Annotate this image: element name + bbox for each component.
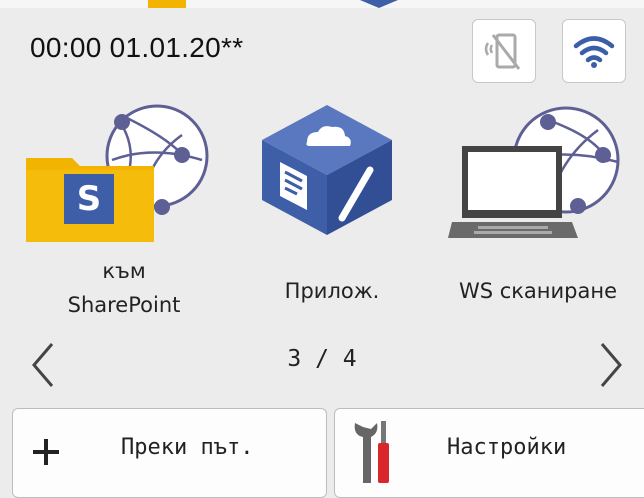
wifi-status-button[interactable] <box>562 19 626 83</box>
app-ws-scan-label: WS сканиране <box>458 279 618 303</box>
shortcuts-label: Преки път. <box>121 435 254 460</box>
partial-icon-yellow <box>148 0 186 8</box>
app-apps-label: Прилож. <box>284 279 380 303</box>
next-page-arrow-icon[interactable] <box>596 340 626 390</box>
app-sharepoint-label: към SharePoint <box>24 254 224 322</box>
app-apps[interactable] <box>252 100 402 244</box>
app-sharepoint-label-line2: SharePoint <box>67 293 181 317</box>
apps-cube-icon <box>262 105 392 235</box>
sharepoint-folder-icon: S <box>26 104 209 242</box>
page-indicator: 3 / 4 <box>287 346 357 372</box>
svg-text:S: S <box>77 179 102 219</box>
top-edge-strip <box>0 0 644 8</box>
nfc-disabled-icon <box>484 33 521 70</box>
plus-icon <box>33 439 59 465</box>
settings-label: Настройки <box>447 435 567 460</box>
app-sharepoint-label-line1: към <box>102 259 146 283</box>
ws-scan-laptop-icon <box>448 106 620 238</box>
settings-button[interactable]: Настройки <box>334 408 644 498</box>
app-sharepoint[interactable]: S <box>22 100 222 254</box>
nfc-status-button[interactable] <box>472 19 536 83</box>
app-ws-scan[interactable] <box>448 100 628 249</box>
wrench-screwdriver-icon <box>354 421 389 483</box>
shortcuts-button[interactable]: Преки път. <box>12 408 327 498</box>
wifi-icon <box>573 36 615 68</box>
date-time-display: 00:00 01.01.20** <box>30 32 244 63</box>
